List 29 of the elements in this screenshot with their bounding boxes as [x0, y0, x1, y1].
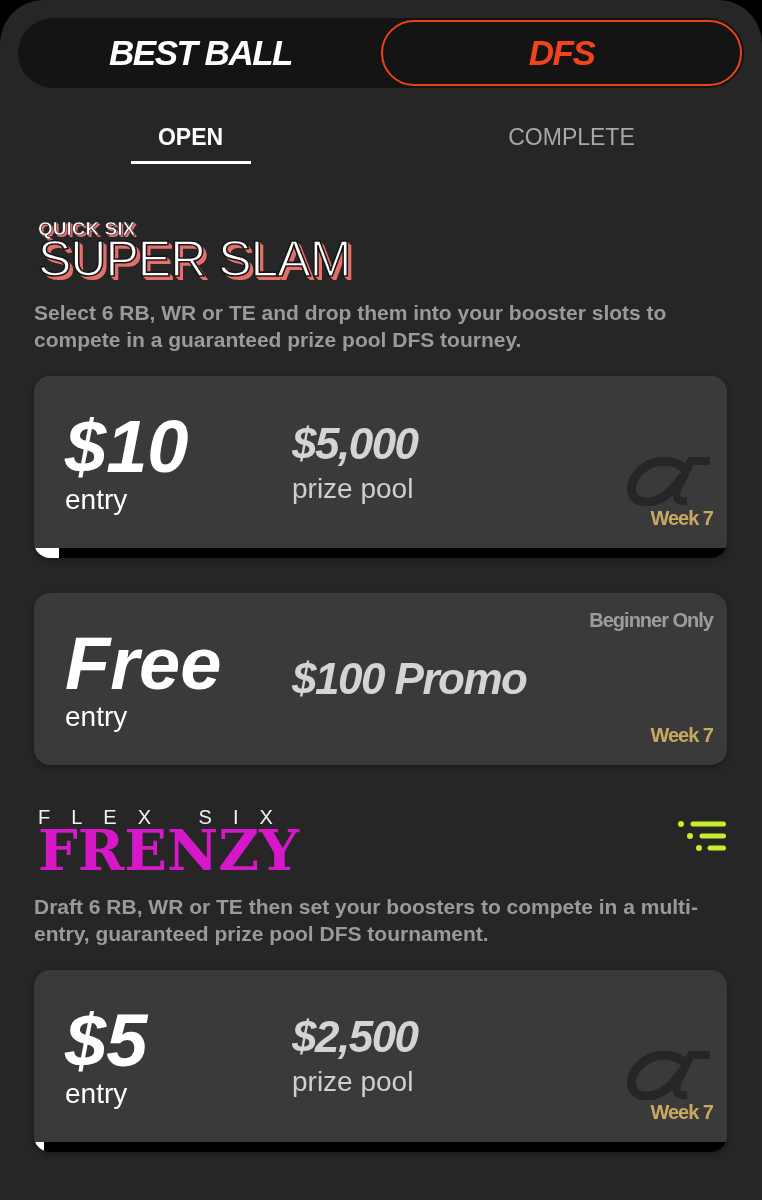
entry-label: entry [65, 1079, 128, 1108]
filter-icon[interactable] [678, 821, 726, 851]
prize-label: prize pool [292, 474, 414, 503]
contest-card[interactable]: $5 entry $2,500 prize pool Week 7 [34, 969, 727, 1152]
entry-amount: $10 [65, 410, 190, 484]
mode-tab[interactable]: DFS [381, 20, 742, 86]
week-label: Week 7 [650, 725, 713, 745]
logo-title: FRENZY [38, 827, 300, 875]
entry-amount: Free [65, 627, 223, 701]
section-description: Select 6 RB, WR or TE and drop them into your booster slots to compete in a guaranteed prize pool DFS tourney. [34, 300, 668, 353]
entry-label: entry [65, 703, 128, 731]
contest-card[interactable]: Free entry $100 Promo Beginner Only Week 7 [34, 593, 727, 765]
section-description: Draft 6 RB, WR or TE then set your boosters to compete in a multi-entry, guaranteed prize pool DFS tournament. [34, 893, 699, 947]
logo-subtitle: QUICK SIX [38, 219, 136, 238]
eligibility-label: Beginner Only [589, 610, 713, 630]
logo-subtitle: FLEX SIX [38, 807, 294, 827]
week-label: Week 7 [650, 508, 713, 528]
status-tab[interactable]: COMPLETE [508, 110, 635, 164]
prize-amount: $2,500 [292, 1015, 420, 1060]
mode-tab[interactable]: BEST BALL [20, 20, 381, 86]
contest-card[interactable]: $10 entry $5,000 prize pool Week 7 [34, 376, 727, 558]
status-tab[interactable]: OPEN [130, 110, 251, 164]
prize-amount: $5,000 [292, 421, 420, 466]
prize-amount: $100 Promo [292, 657, 528, 701]
week-label: Week 7 [650, 1101, 713, 1122]
prize-label: prize pool [292, 1068, 414, 1097]
logo-title: SUPER SLAM [38, 238, 352, 281]
entry-label: entry [65, 486, 128, 514]
entry-amount: $5 [65, 1003, 149, 1078]
